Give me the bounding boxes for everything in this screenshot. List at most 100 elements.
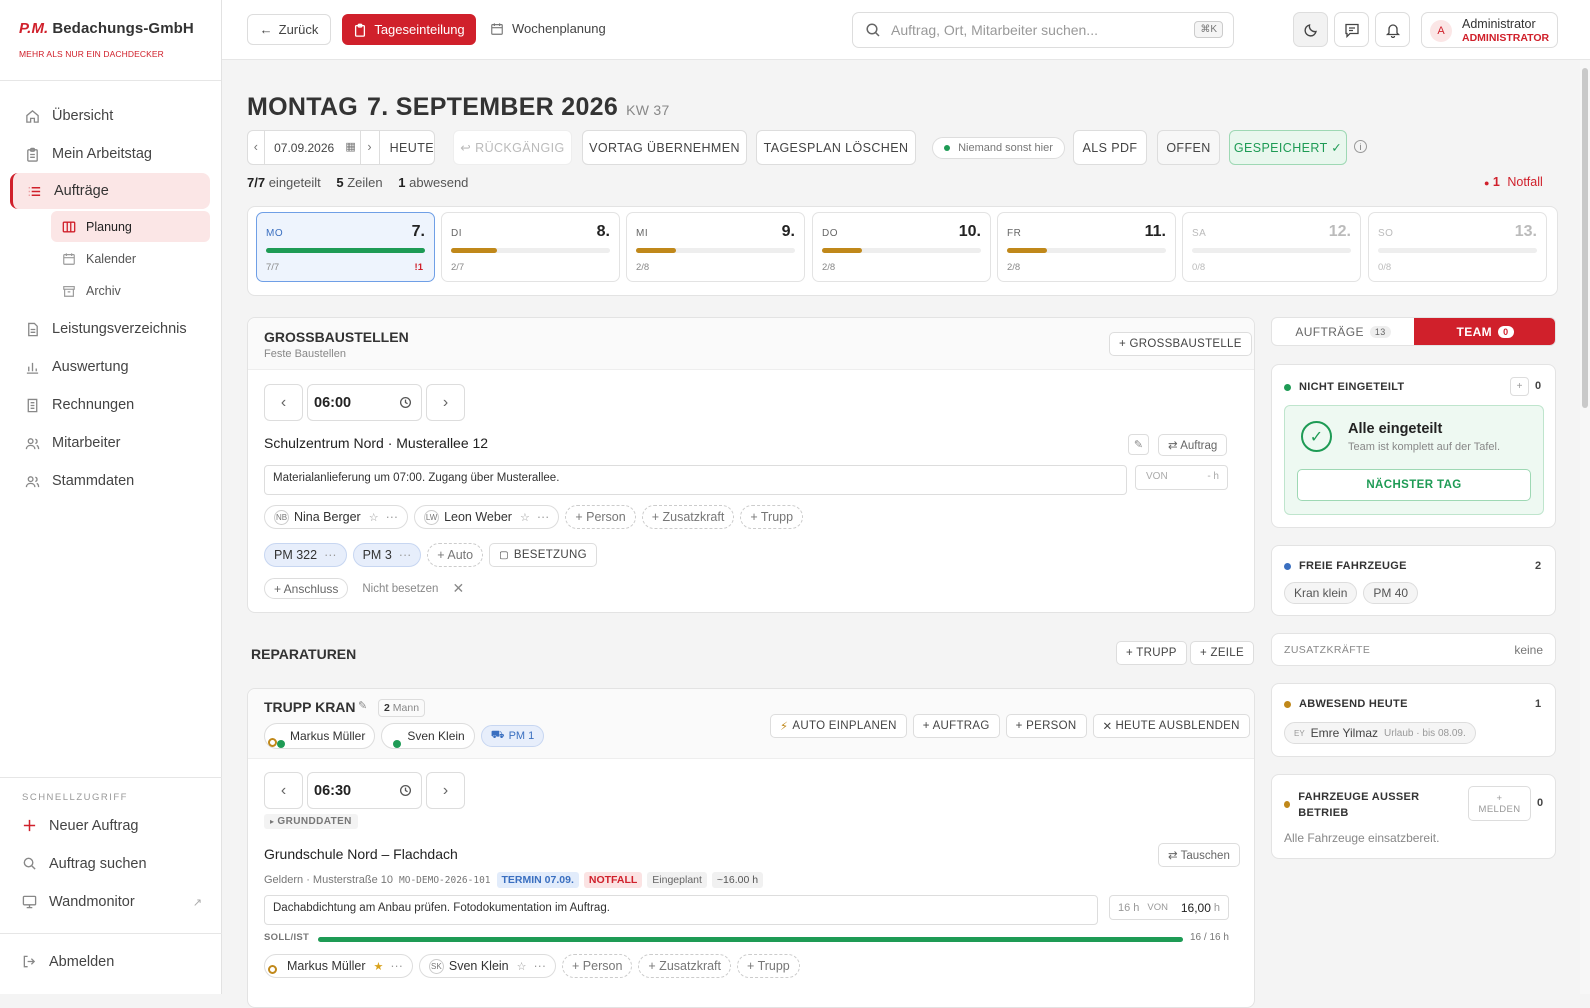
add-zusatzkraft-button[interactable]: + Zusatzkraft bbox=[638, 954, 732, 978]
vehicle-chip[interactable]: Kran klein bbox=[1284, 582, 1358, 604]
status-offen-button[interactable]: OFFEN bbox=[1157, 130, 1220, 165]
next-day-button[interactable]: NÄCHSTER TAG bbox=[1297, 469, 1531, 501]
member-chip[interactable]: Sven Klein bbox=[381, 723, 475, 749]
add-anschluss-button[interactable]: + Anschluss bbox=[264, 578, 349, 599]
nav-stammdaten[interactable]: Stammdaten bbox=[0, 462, 221, 500]
nav-auftraege[interactable]: Aufträge bbox=[10, 173, 210, 209]
prev-day-button[interactable]: ‹ bbox=[248, 131, 266, 164]
calendar-grid-icon[interactable]: ▦ bbox=[345, 131, 361, 164]
time-input[interactable]: 06:00 bbox=[307, 384, 422, 421]
add-person-button[interactable]: + PERSON bbox=[1005, 714, 1087, 738]
star-icon[interactable]: ☆ bbox=[369, 511, 379, 524]
add-trupp-button[interactable]: + Trupp bbox=[737, 954, 800, 978]
brand-logo[interactable]: P.M. Bedachungs-GmbH MEHR ALS NUR EIN DAC… bbox=[0, 0, 221, 81]
hide-today-button[interactable]: ✕ HEUTE AUSBLENDEN bbox=[1092, 714, 1250, 738]
person-chip[interactable]: SK Sven Klein ☆ ··· bbox=[418, 954, 557, 978]
time-input[interactable]: 06:30 bbox=[307, 772, 422, 809]
nav-kalender[interactable]: Kalender bbox=[51, 243, 210, 274]
messages-button[interactable] bbox=[1334, 12, 1369, 47]
day-card-mo[interactable]: MO 7. 7/7 !1 bbox=[256, 212, 435, 282]
pencil-icon[interactable]: ✎ bbox=[358, 699, 367, 712]
tab-team[interactable]: TEAM 0 bbox=[1414, 318, 1555, 345]
hours-input[interactable]: VON - h bbox=[1135, 465, 1228, 490]
tab-auftraege[interactable]: AUFTRÄGE 13 bbox=[1272, 318, 1414, 345]
quick-neuer-auftrag[interactable]: Neuer Auftrag bbox=[22, 818, 202, 834]
more-icon[interactable]: ··· bbox=[324, 548, 337, 562]
delete-plan-button[interactable]: TAGESPLAN LÖSCHEN bbox=[756, 130, 916, 165]
scrollbar[interactable] bbox=[1580, 60, 1590, 994]
day-card-mi[interactable]: MI 9. 2/8 bbox=[626, 212, 805, 282]
swap-auftrag-button[interactable]: ⇄ Auftrag bbox=[1158, 434, 1228, 456]
more-icon[interactable]: ··· bbox=[390, 959, 403, 973]
swap-button[interactable]: ⇄ Tauschen bbox=[1158, 843, 1240, 867]
add-button[interactable]: + bbox=[1510, 377, 1529, 396]
nav-uebersicht[interactable]: Übersicht bbox=[0, 97, 221, 135]
info-icon[interactable]: i bbox=[1354, 140, 1367, 153]
job-note-textarea[interactable]: Dachabdichtung am Anbau prüfen. Fotodoku… bbox=[264, 895, 1098, 925]
notifications-button[interactable] bbox=[1375, 12, 1410, 47]
time-next-button[interactable]: › bbox=[426, 772, 465, 809]
auto-plan-button[interactable]: ⚡ AUTO EINPLANEN bbox=[770, 714, 907, 738]
add-auto-button[interactable]: + Auto bbox=[427, 543, 484, 567]
edit-icon[interactable]: ✎ bbox=[1128, 434, 1149, 455]
dark-mode-button[interactable] bbox=[1293, 12, 1328, 47]
vehicle-chip[interactable]: PM 40 bbox=[1363, 582, 1419, 604]
time-prev-button[interactable]: ‹ bbox=[264, 384, 303, 421]
close-icon[interactable]: ✕ bbox=[452, 580, 464, 597]
person-chip[interactable]: LW Leon Weber ☆ ··· bbox=[414, 505, 560, 529]
member-chip[interactable]: Markus Müller bbox=[264, 723, 376, 749]
more-icon[interactable]: ··· bbox=[399, 548, 412, 562]
copy-previous-day-button[interactable]: VORTAG ÜBERNEHMEN bbox=[582, 130, 747, 165]
day-card-di[interactable]: DI 8. 2/7 bbox=[441, 212, 620, 282]
add-person-button[interactable]: + Person bbox=[565, 505, 636, 529]
star-icon[interactable]: ★ bbox=[374, 960, 384, 973]
date-input[interactable]: 07.09.2026 bbox=[265, 141, 345, 155]
add-trupp-button[interactable]: + TRUPP bbox=[1116, 641, 1187, 665]
time-prev-button[interactable]: ‹ bbox=[264, 772, 303, 809]
nav-mitarbeiter[interactable]: Mitarbeiter bbox=[0, 424, 221, 462]
next-day-button[interactable]: › bbox=[361, 131, 380, 164]
tab-wochenplanung[interactable]: Wochenplanung bbox=[490, 21, 606, 36]
report-vehicle-button[interactable]: + MELDEN bbox=[1468, 786, 1531, 821]
undo-button[interactable]: ↩ RÜCKGÄNGIG bbox=[453, 130, 572, 165]
add-person-button[interactable]: + Person bbox=[562, 954, 633, 978]
day-card-sa[interactable]: SA 12. 0/8 bbox=[1182, 212, 1361, 282]
vehicle-chip[interactable]: PM 3 ··· bbox=[352, 543, 422, 567]
saved-status-button[interactable]: GESPEICHERT ✓ bbox=[1229, 130, 1347, 165]
day-card-so[interactable]: SO 13. 0/8 bbox=[1368, 212, 1547, 282]
hours-input[interactable]: 16 h VON 16,00 h bbox=[1109, 895, 1229, 920]
emergency-counter[interactable]: ● 1 Notfall bbox=[1484, 175, 1543, 189]
star-icon[interactable]: ☆ bbox=[520, 511, 530, 524]
day-card-fr[interactable]: FR 11. 2/8 bbox=[997, 212, 1176, 282]
logout-button[interactable]: Abmelden bbox=[22, 954, 202, 970]
more-icon[interactable]: ··· bbox=[386, 510, 399, 524]
nav-leistung[interactable]: Leistungsverzeichnis bbox=[0, 310, 221, 348]
vehicle-chip[interactable]: PM 322 ··· bbox=[264, 543, 347, 567]
add-zusatzkraft-button[interactable]: + Zusatzkraft bbox=[641, 505, 735, 529]
pdf-button[interactable]: ALS PDF bbox=[1073, 130, 1147, 165]
more-icon[interactable]: ··· bbox=[534, 959, 547, 973]
star-icon[interactable]: ☆ bbox=[517, 960, 527, 973]
quick-wandmonitor[interactable]: Wandmonitor ↗ bbox=[22, 894, 202, 910]
nav-arbeitstag[interactable]: Mein Arbeitstag bbox=[0, 135, 221, 173]
person-chip[interactable]: NB Nina Berger ☆ ··· bbox=[264, 505, 409, 529]
back-button[interactable]: ← Zurück bbox=[247, 14, 331, 45]
tab-tageseinteilung[interactable]: Tageseinteilung bbox=[342, 14, 476, 45]
vehicle-chip[interactable]: ⛟ PM 1 bbox=[480, 725, 545, 747]
nav-rechnungen[interactable]: Rechnungen bbox=[0, 386, 221, 424]
more-icon[interactable]: ··· bbox=[537, 510, 550, 524]
add-auftrag-button[interactable]: + AUFTRAG bbox=[912, 714, 1000, 738]
day-card-do[interactable]: DO 10. 2/8 bbox=[812, 212, 991, 282]
add-grossbaustelle-button[interactable]: + GROSSBAUSTELLE bbox=[1109, 332, 1252, 356]
site-note-textarea[interactable]: Materialanlieferung um 07:00. Zugang übe… bbox=[264, 465, 1127, 495]
scrollbar-thumb[interactable] bbox=[1582, 68, 1588, 408]
absent-person-chip[interactable]: EY Emre Yilmaz Urlaub · bis 08.09. bbox=[1284, 722, 1476, 744]
nav-auswertung[interactable]: Auswertung bbox=[0, 348, 221, 386]
besetzung-button[interactable]: ▢ BESETZUNG bbox=[489, 543, 597, 567]
add-zeile-button[interactable]: + ZEILE bbox=[1190, 641, 1254, 665]
search-input[interactable]: Auftrag, Ort, Mitarbeiter suchen... ⌘K bbox=[852, 12, 1234, 48]
add-trupp-button[interactable]: + Trupp bbox=[740, 505, 804, 529]
grunddaten-toggle[interactable]: ▸ GRUNDDATEN bbox=[264, 814, 358, 829]
time-next-button[interactable]: › bbox=[426, 384, 465, 421]
today-button[interactable]: HEUTE bbox=[380, 141, 434, 155]
